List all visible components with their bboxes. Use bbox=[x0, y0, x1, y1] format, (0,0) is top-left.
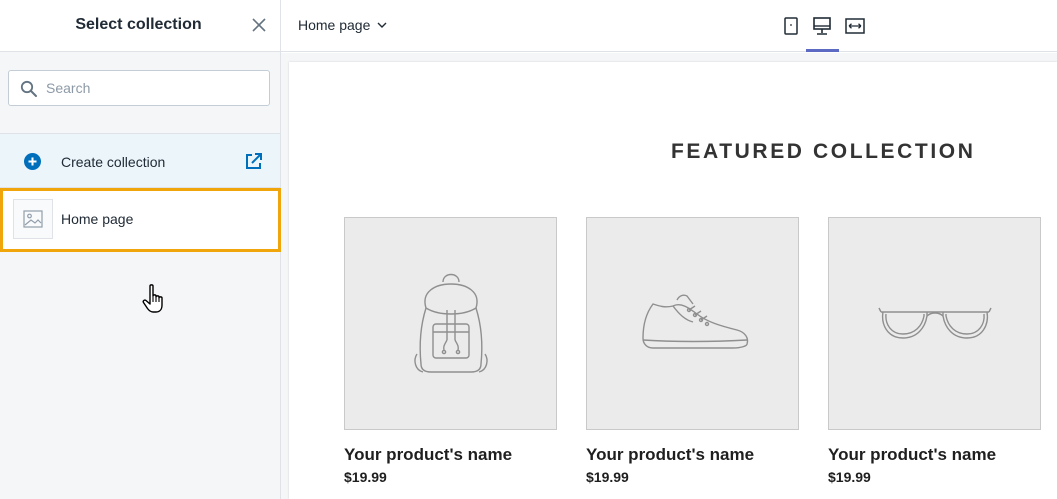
chevron-down-icon bbox=[377, 22, 387, 28]
product-image bbox=[344, 217, 557, 430]
product-name: Your product's name bbox=[344, 445, 513, 464]
image-placeholder-icon bbox=[23, 210, 43, 228]
full-width-view-icon[interactable] bbox=[843, 14, 867, 38]
product-price: $19.99 bbox=[344, 469, 387, 485]
search-input[interactable] bbox=[46, 78, 261, 98]
create-collection-row[interactable]: Create collection bbox=[0, 134, 280, 188]
hand-pointer-cursor-icon bbox=[142, 284, 163, 313]
search-box[interactable] bbox=[8, 70, 270, 106]
product-card[interactable]: Your product's name $19.99 bbox=[344, 217, 557, 485]
sneaker-icon bbox=[642, 294, 749, 349]
collection-item-home-page[interactable]: Home page bbox=[0, 188, 281, 252]
page-selector-dropdown[interactable]: Home page bbox=[298, 17, 388, 33]
external-link-icon[interactable] bbox=[244, 152, 263, 171]
create-collection-label: Create collection bbox=[61, 154, 166, 170]
mobile-view-icon[interactable] bbox=[779, 14, 803, 38]
product-price: $19.99 bbox=[586, 469, 629, 485]
product-card[interactable]: Your product's name $19.99 bbox=[828, 217, 1041, 485]
storefront-preview: FEATURED COLLECTION Your product's name … bbox=[289, 62, 1057, 499]
page-selector-label: Home page bbox=[298, 17, 371, 33]
backpack-icon bbox=[414, 273, 488, 373]
collection-thumbnail bbox=[13, 199, 53, 239]
active-view-indicator bbox=[806, 49, 839, 52]
glasses-icon bbox=[878, 307, 992, 339]
desktop-view-icon[interactable] bbox=[810, 14, 834, 38]
sidebar-title: Select collection bbox=[75, 16, 202, 33]
collection-item-label: Home page bbox=[61, 211, 134, 227]
collection-list: Create collection Home page bbox=[0, 133, 281, 252]
product-price: $19.99 bbox=[828, 469, 871, 485]
section-title: FEATURED COLLECTION bbox=[671, 140, 976, 163]
product-name: Your product's name bbox=[586, 445, 755, 464]
close-icon[interactable] bbox=[249, 15, 269, 35]
collection-sidebar: Select collection Create collection bbox=[0, 0, 281, 499]
product-name: Your product's name bbox=[828, 445, 997, 464]
sidebar-header: Select collection bbox=[0, 0, 280, 52]
preview-toolbar: Home page bbox=[281, 0, 1057, 52]
search-icon bbox=[20, 80, 37, 97]
plus-circle-icon bbox=[24, 153, 41, 170]
product-card[interactable]: Your product's name $19.99 bbox=[586, 217, 799, 485]
product-image bbox=[828, 217, 1041, 430]
product-image bbox=[586, 217, 799, 430]
